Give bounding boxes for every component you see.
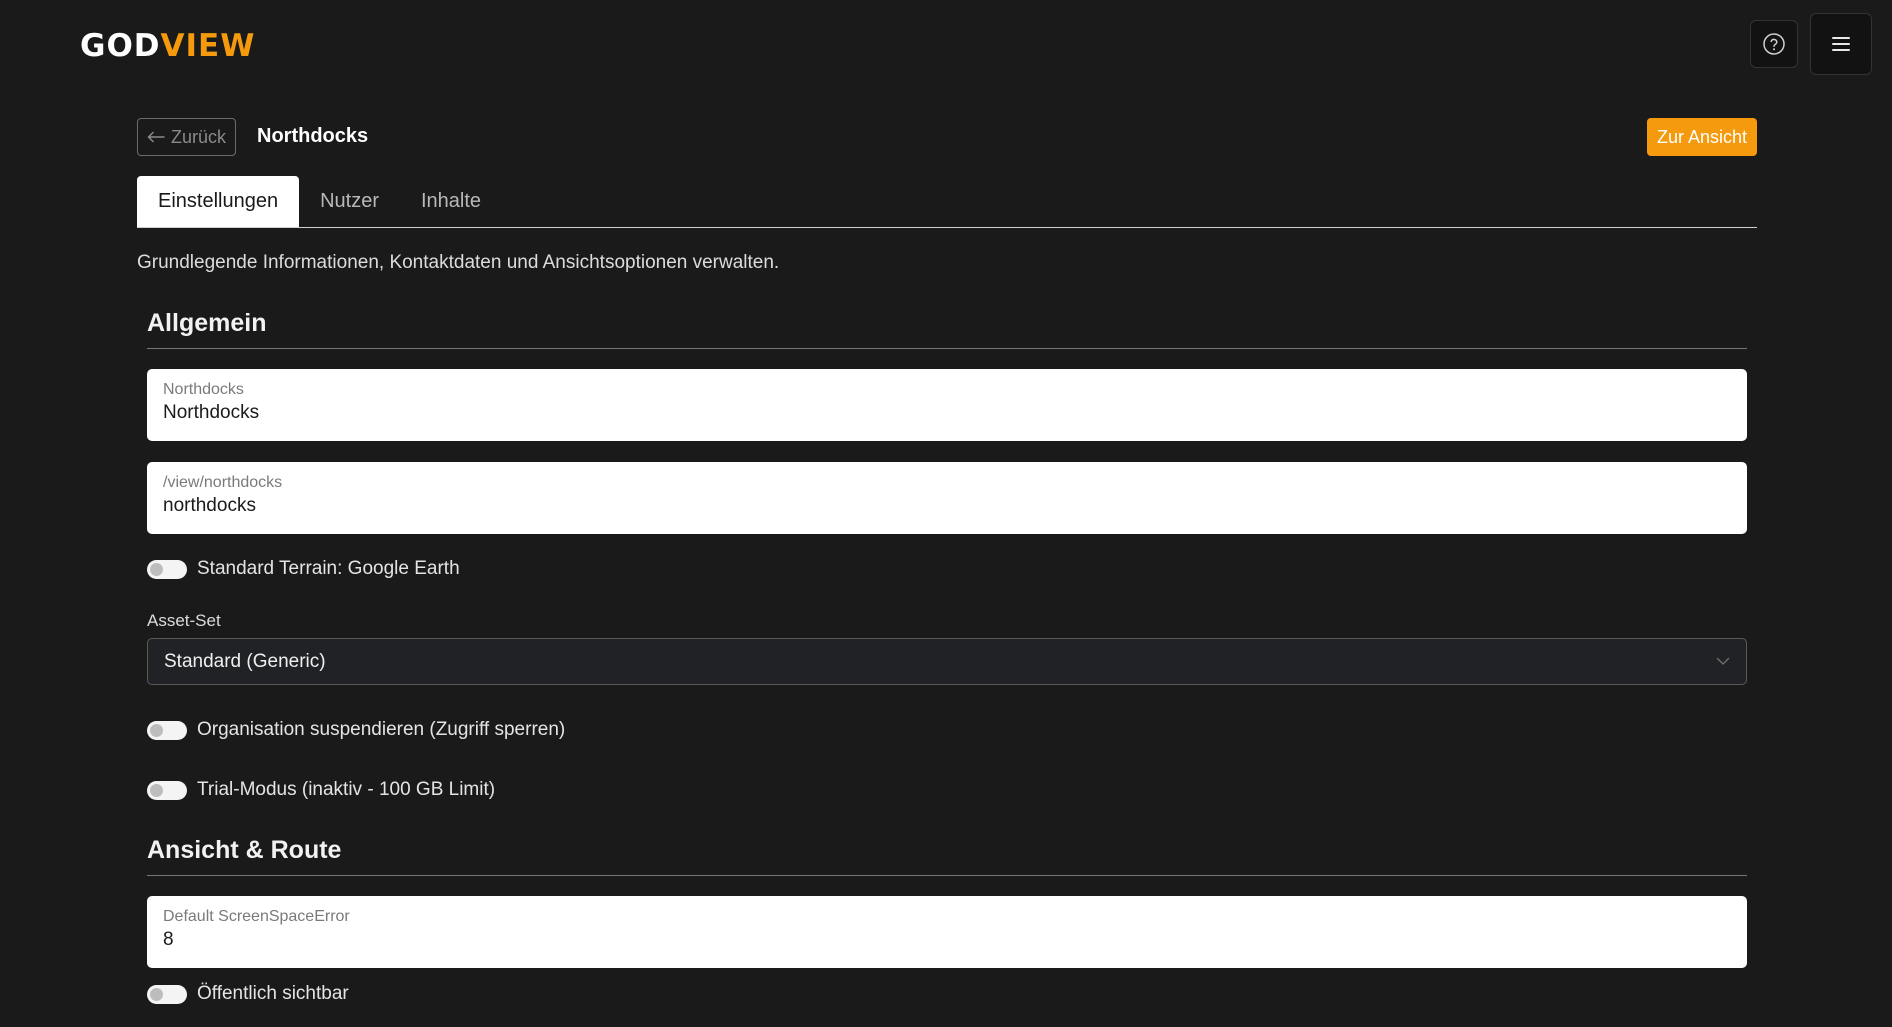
trial-toggle[interactable] <box>147 780 187 800</box>
toggle-knob <box>150 723 163 737</box>
public-toggle-row: Öffentlich sichtbar <box>147 983 349 1005</box>
trial-toggle-row: Trial-Modus (inaktiv - 100 GB Limit) <box>147 779 495 801</box>
terrain-toggle[interactable] <box>147 559 187 579</box>
sse-input[interactable] <box>163 929 1731 951</box>
asset-set-value: Standard (Generic) <box>164 650 326 672</box>
trial-toggle-label: Trial-Modus (inaktiv - 100 GB Limit) <box>197 779 496 800</box>
page-title: Northdocks <box>257 125 369 147</box>
page-description: Grundlegende Informationen, Kontaktdaten… <box>137 252 780 273</box>
section-heading-general: Allgemein <box>147 309 1747 349</box>
logo[interactable]: GODVIEW <box>80 28 255 64</box>
toggle-knob <box>150 987 163 1001</box>
hamburger-menu-icon <box>1832 37 1850 51</box>
back-button[interactable]: Zurück <box>137 118 236 156</box>
back-button-label: Zurück <box>170 126 226 147</box>
name-input[interactable] <box>163 402 1731 424</box>
help-button[interactable] <box>1750 20 1798 68</box>
name-field[interactable]: Northdocks <box>147 369 1747 441</box>
chevron-down-icon <box>1716 657 1730 665</box>
logo-text-god: GOD <box>80 28 161 64</box>
menu-button[interactable] <box>1810 13 1872 75</box>
section-general: Allgemein <box>147 309 1747 349</box>
tab-settings[interactable]: Einstellungen <box>137 176 300 227</box>
section-view-route: Ansicht & Route <box>147 836 1747 876</box>
section-heading-view-route: Ansicht & Route <box>147 836 1747 876</box>
suspend-toggle-row: Organisation suspendieren (Zugriff sperr… <box>147 719 565 741</box>
suspend-toggle[interactable] <box>147 720 187 740</box>
suspend-toggle-label: Organisation suspendieren (Zugriff sperr… <box>197 719 566 740</box>
sse-field[interactable]: Default ScreenSpaceError <box>147 896 1747 968</box>
slug-field-label: /view/northdocks <box>163 474 283 491</box>
terrain-toggle-row: Standard Terrain: Google Earth <box>147 558 460 580</box>
tab-users[interactable]: Nutzer <box>299 176 400 227</box>
sse-field-label: Default ScreenSpaceError <box>163 908 350 925</box>
slug-input[interactable] <box>163 495 1731 517</box>
tab-contents[interactable]: Inhalte <box>400 176 502 227</box>
go-to-view-button[interactable]: Zur Ansicht <box>1647 118 1757 156</box>
asset-set-select[interactable]: Standard (Generic) <box>147 638 1747 685</box>
asset-set-label: Asset-Set <box>147 611 221 630</box>
tab-bar: Einstellungen Nutzer Inhalte <box>137 176 1757 228</box>
slug-field[interactable]: /view/northdocks <box>147 462 1747 534</box>
logo-text-view: VIEW <box>160 28 256 64</box>
toggle-knob <box>150 562 163 576</box>
toggle-knob <box>150 783 163 797</box>
terrain-toggle-label: Standard Terrain: Google Earth <box>197 558 460 579</box>
public-toggle[interactable] <box>147 984 187 1004</box>
top-bar: GODVIEW <box>0 0 1892 92</box>
public-toggle-label: Öffentlich sichtbar <box>197 983 349 1004</box>
name-field-label: Northdocks <box>163 381 244 398</box>
question-circle-icon <box>1763 33 1785 55</box>
arrow-left-icon <box>147 131 165 143</box>
